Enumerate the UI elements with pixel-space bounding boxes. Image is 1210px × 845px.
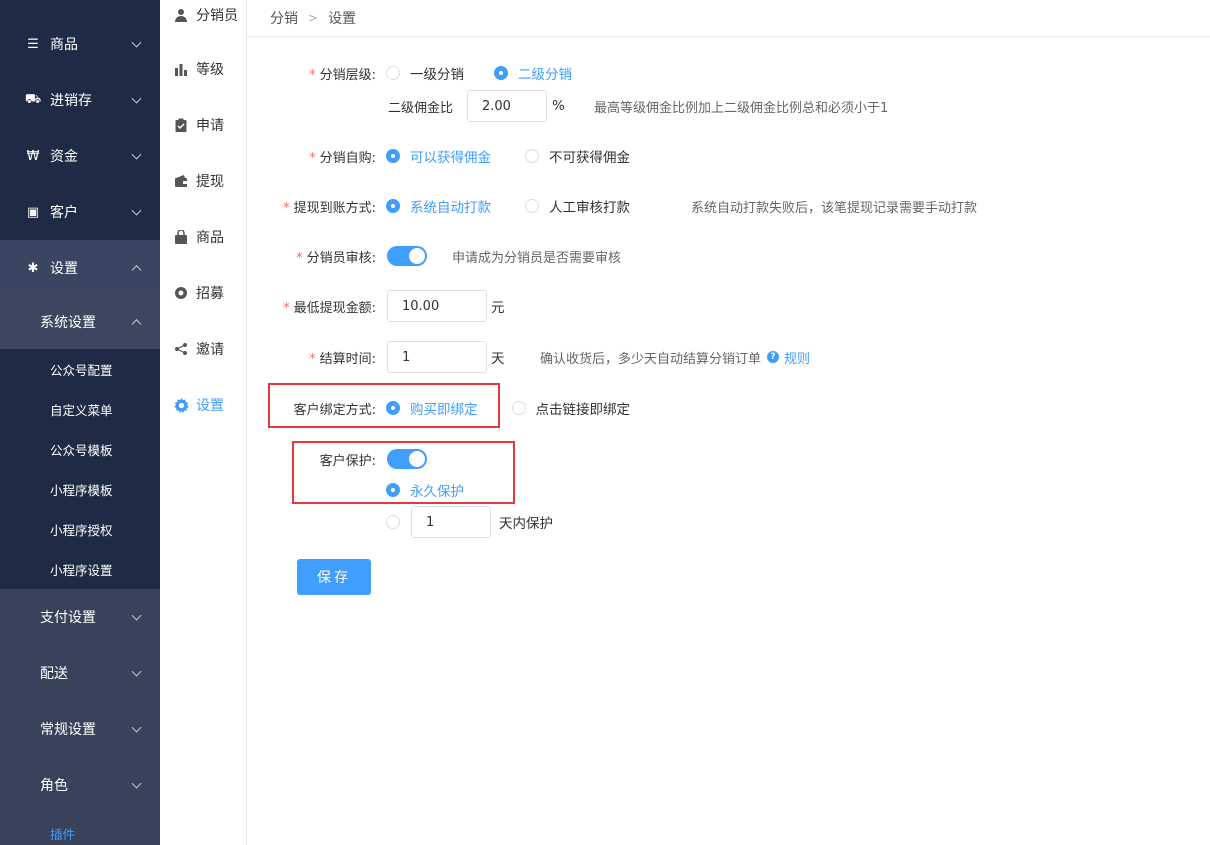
save-button[interactable]: 保存 bbox=[297, 559, 371, 595]
commission-input[interactable]: 2.00 bbox=[467, 90, 547, 122]
radio-self-buy-yes[interactable]: 可以获得佣金 bbox=[386, 146, 491, 166]
chevron-down-icon bbox=[131, 722, 142, 733]
wallet-icon bbox=[172, 172, 190, 190]
sidebar-leaf-plugin[interactable]: 插件 bbox=[0, 813, 160, 845]
app-window: ☰ 商品 ⛟ 进销存 ₩ 资金 ▣ 客户 ✱ 设置 系统设置 公众号配置 自定义… bbox=[0, 0, 1210, 845]
protect-days-input[interactable]: 1 bbox=[411, 506, 491, 538]
radio-protect-days[interactable] bbox=[386, 515, 410, 529]
form-row-self-buy: * 分销自购: 可以获得佣金 不可获得佣金 bbox=[0, 140, 1210, 172]
breadcrumb-parent[interactable]: 分销 bbox=[270, 8, 298, 28]
chevron-right-icon: > bbox=[308, 11, 319, 25]
sidebar-item-general[interactable]: 常规设置 bbox=[0, 701, 160, 757]
chevron-down-icon bbox=[131, 666, 142, 677]
review-hint: 申请成为分销员是否需要审核 bbox=[452, 250, 622, 266]
subnav-item-distributors[interactable]: 分销员 bbox=[160, 0, 246, 30]
chevron-down-icon bbox=[131, 778, 142, 789]
label-commission: 二级佣金比 bbox=[388, 100, 454, 116]
withdraw-hint: 系统自动打款失败后，该笔提现记录需要手动打款 bbox=[691, 200, 978, 216]
form-row-settle: * 结算时间: 1 天 确认收货后，多少天自动结算分销订单 ? 规则 bbox=[0, 341, 1210, 373]
commission-hint: 最高等级佣金比例加上二级佣金比例总和必须小于1 bbox=[594, 100, 889, 116]
settings-submenu-lower: 支付设置 配送 常规设置 角色 插件 bbox=[0, 589, 160, 845]
form-row-protect: 客户保护: bbox=[0, 443, 1210, 475]
sidebar-item-roles[interactable]: 角色 bbox=[0, 757, 160, 813]
settle-input[interactable]: 1 bbox=[387, 341, 487, 373]
form-row-min-withdraw: * 最低提现金额: 10.00 元 bbox=[0, 290, 1210, 322]
question-icon: ? bbox=[767, 351, 780, 363]
form-row-commission: 二级佣金比 2.00 % 最高等级佣金比例加上二级佣金比例总和必须小于1 bbox=[0, 90, 1210, 122]
radio-withdraw-auto[interactable]: 系统自动打款 bbox=[386, 196, 491, 216]
chevron-down-icon bbox=[131, 37, 142, 48]
sidebar-item-delivery[interactable]: 配送 bbox=[0, 645, 160, 701]
protect-days-unit: 天内保护 bbox=[499, 516, 553, 532]
label-settle: * 结算时间: bbox=[309, 351, 376, 367]
form-row-protect-days: 1 天内保护 bbox=[0, 506, 1210, 538]
min-withdraw-unit: 元 bbox=[491, 300, 505, 316]
label-level: * 分销层级: bbox=[309, 67, 376, 83]
sidebar-item-payment[interactable]: 支付设置 bbox=[0, 589, 160, 645]
form-row-withdraw: * 提现到账方式: 系统自动打款 人工审核打款 系统自动打款失败后，该笔提现记录需… bbox=[0, 190, 1210, 222]
label-protect: 客户保护: bbox=[319, 453, 376, 469]
list-icon: ☰ bbox=[27, 36, 39, 52]
radio-bind-link[interactable]: 点击链接即绑定 bbox=[511, 398, 630, 418]
protect-switch[interactable] bbox=[387, 449, 427, 469]
label-bind: 客户绑定方式: bbox=[293, 402, 376, 418]
radio-level-two[interactable]: 二级分销 bbox=[494, 63, 572, 83]
settle-hint: 确认收货后，多少天自动结算分销订单 ? 规则 bbox=[540, 348, 810, 367]
commission-unit: % bbox=[552, 98, 565, 114]
radio-withdraw-manual[interactable]: 人工审核打款 bbox=[525, 196, 630, 216]
review-switch[interactable] bbox=[387, 246, 427, 266]
form-row-review: * 分销员审核: 申请成为分销员是否需要审核 bbox=[0, 240, 1210, 272]
label-self-buy: * 分销自购: bbox=[309, 150, 376, 166]
label-review: * 分销员审核: bbox=[296, 250, 376, 266]
rules-link[interactable]: 规则 bbox=[784, 348, 810, 367]
form-row-bind: 客户绑定方式: 购买即绑定 点击链接即绑定 bbox=[0, 392, 1210, 424]
label-min-withdraw: * 最低提现金额: bbox=[283, 300, 376, 316]
user-icon bbox=[172, 6, 190, 24]
min-withdraw-input[interactable]: 10.00 bbox=[387, 290, 487, 322]
form-row-protect-forever: 永久保护 bbox=[0, 474, 1210, 506]
radio-bind-purchase[interactable]: 购买即绑定 bbox=[386, 398, 478, 418]
breadcrumb-current: 设置 bbox=[328, 11, 357, 27]
radio-protect-forever[interactable]: 永久保护 bbox=[386, 480, 464, 500]
form-row-level: * 分销层级: 一级分销 二级分销 bbox=[0, 57, 1210, 89]
sidebar-leaf-miniapp-settings[interactable]: 小程序设置 bbox=[0, 549, 160, 589]
label-withdraw: * 提现到账方式: bbox=[283, 200, 376, 216]
radio-level-one[interactable]: 一级分销 bbox=[386, 63, 464, 83]
settle-unit: 天 bbox=[491, 351, 505, 367]
radio-self-buy-no[interactable]: 不可获得佣金 bbox=[525, 146, 630, 166]
chevron-down-icon bbox=[131, 610, 142, 621]
breadcrumb: 分销 > 设置 bbox=[247, 0, 1210, 37]
